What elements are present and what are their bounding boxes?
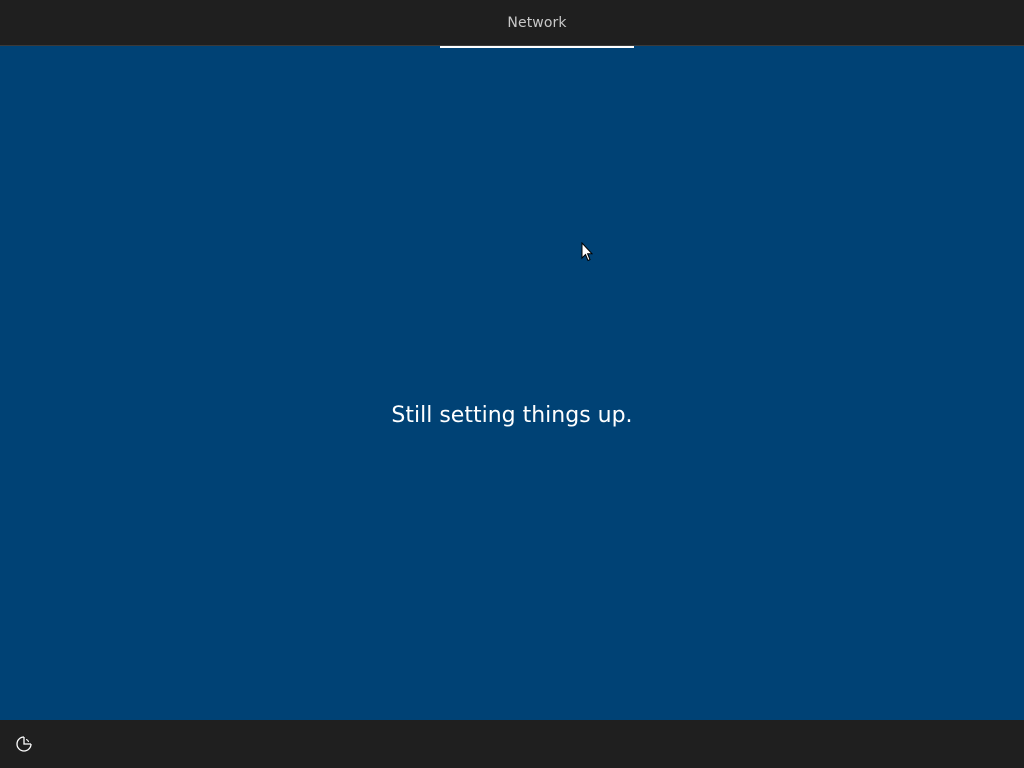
bottom-bar xyxy=(0,720,1024,768)
setup-screen: Network Still setting things up. xyxy=(0,0,1024,768)
step-tab-network: Network xyxy=(440,0,634,48)
ease-of-access-button[interactable] xyxy=(10,730,38,758)
top-bar: Network xyxy=(0,0,1024,48)
mouse-cursor-icon xyxy=(581,242,593,262)
status-message: Still setting things up. xyxy=(391,403,633,428)
ease-of-access-icon xyxy=(16,736,32,752)
step-tab-label: Network xyxy=(507,15,567,31)
